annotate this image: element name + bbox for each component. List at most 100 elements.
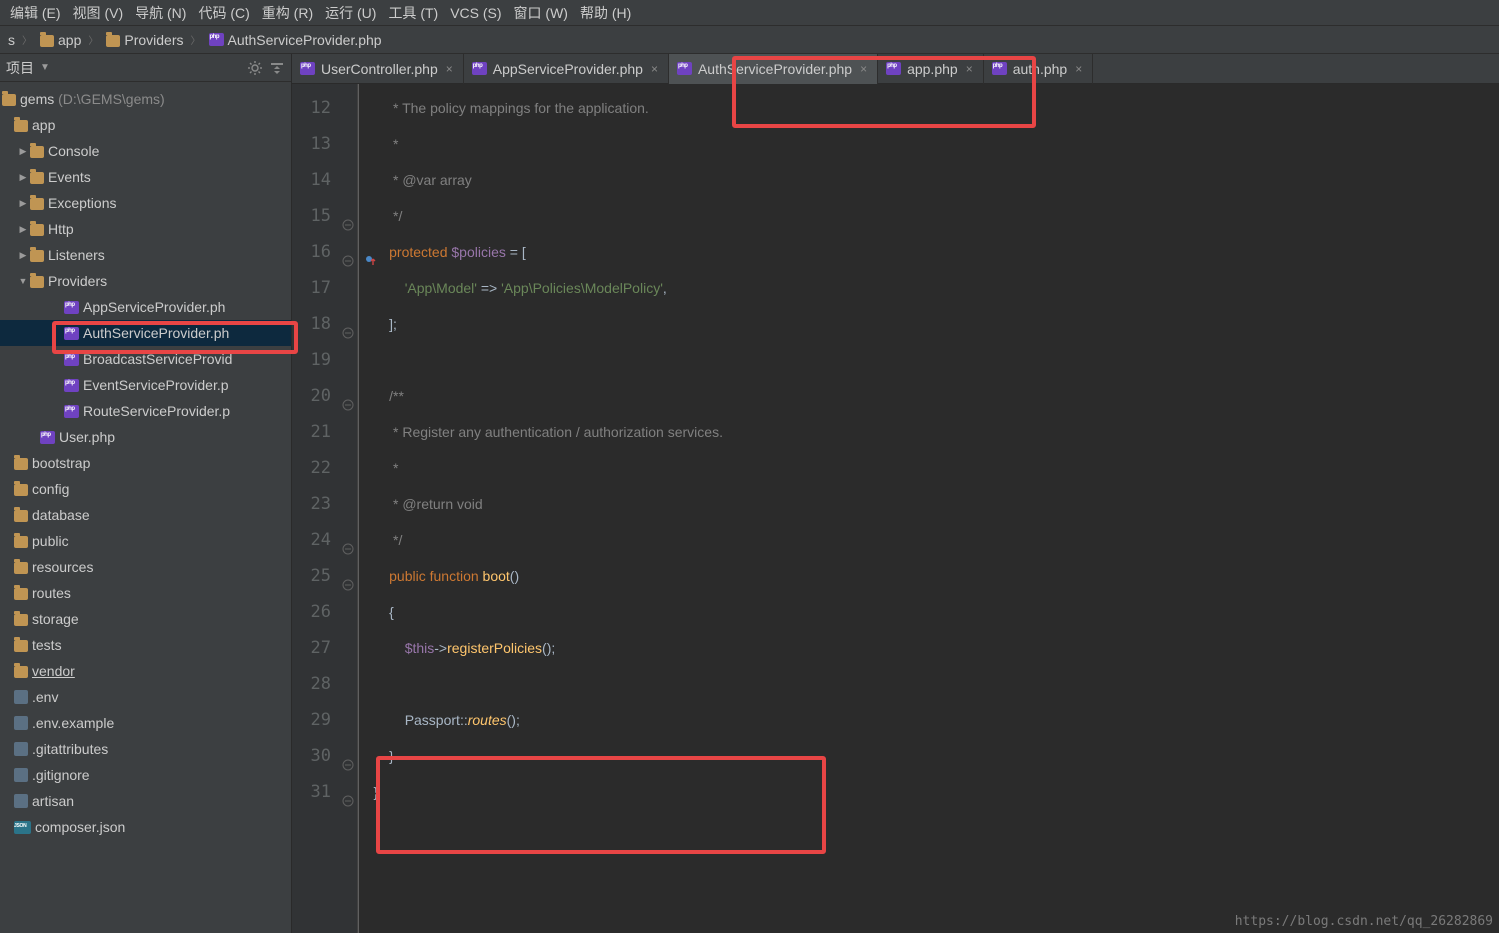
code-line[interactable]: * (358, 450, 1499, 486)
menu-edit[interactable]: 编辑 (E) (4, 3, 67, 23)
code-line[interactable]: * @var array (358, 162, 1499, 198)
fold-icon[interactable] (342, 568, 354, 580)
fold-icon[interactable] (342, 532, 354, 544)
menu-window[interactable]: 窗口 (W) (508, 3, 574, 23)
tree-folder[interactable]: vendor (0, 658, 291, 684)
gear-icon[interactable] (247, 60, 263, 76)
code-line[interactable]: { (358, 594, 1499, 630)
editor-tab[interactable]: auth.php× (984, 54, 1094, 84)
sidebar-title: 项目 (6, 58, 34, 78)
menu-run[interactable]: 运行 (U) (319, 3, 382, 23)
fold-icon[interactable] (342, 244, 354, 256)
code-line[interactable]: } (358, 738, 1499, 774)
crumb-root[interactable]: s (4, 32, 36, 48)
tree-file[interactable]: RouteServiceProvider.p (0, 398, 291, 424)
code-area[interactable]: * The policy mappings for the applicatio… (358, 84, 1499, 933)
menu-help[interactable]: 帮助 (H) (574, 3, 637, 23)
tree-folder[interactable]: ▶Console (0, 138, 291, 164)
tree-folder-app[interactable]: app (0, 112, 291, 138)
code-line[interactable]: 'App\Model' => 'App\Policies\ModelPolicy… (358, 270, 1499, 306)
tree-file[interactable]: .env.example (0, 710, 291, 736)
editor-tab[interactable]: AppServiceProvider.php× (464, 54, 669, 84)
menu-view[interactable]: 视图 (V) (67, 3, 130, 23)
menu-bar: 编辑 (E) 视图 (V) 导航 (N) 代码 (C) 重构 (R) 运行 (U… (0, 0, 1499, 26)
tree-arrow-icon[interactable]: ▶ (16, 146, 30, 157)
tree-file[interactable]: .gitattributes (0, 736, 291, 762)
fold-icon[interactable] (342, 208, 354, 220)
menu-refactor[interactable]: 重构 (R) (256, 3, 319, 23)
fold-icon[interactable] (342, 388, 354, 400)
tree-file[interactable]: .gitignore (0, 762, 291, 788)
tree-file[interactable]: AppServiceProvider.ph (0, 294, 291, 320)
chevron-down-icon[interactable]: ▼ (40, 62, 50, 73)
tree-file[interactable]: .env (0, 684, 291, 710)
tree-folder[interactable]: bootstrap (0, 450, 291, 476)
tree-item-label: AppServiceProvider.ph (83, 299, 225, 315)
php-icon (40, 431, 55, 444)
menu-code[interactable]: 代码 (C) (192, 3, 255, 23)
fold-icon[interactable] (342, 748, 354, 760)
close-icon[interactable]: × (858, 62, 869, 76)
line-number: 14 (292, 162, 357, 198)
tree-folder[interactable]: database (0, 502, 291, 528)
tree-file[interactable]: AuthServiceProvider.ph (0, 320, 291, 346)
code-line[interactable]: * @return void (358, 486, 1499, 522)
crumb-providers[interactable]: Providers (102, 32, 204, 48)
fold-icon[interactable] (342, 316, 354, 328)
menu-vcs[interactable]: VCS (S) (444, 5, 507, 21)
editor-tab[interactable]: app.php× (878, 54, 984, 84)
code-line[interactable]: protected $policies = [ (358, 234, 1499, 270)
code-line[interactable]: * Register any authentication / authoriz… (358, 414, 1499, 450)
tree-arrow-icon[interactable]: ▶ (16, 224, 30, 235)
code-line[interactable]: public function boot() (358, 558, 1499, 594)
editor-tab[interactable]: AuthServiceProvider.php× (669, 54, 878, 84)
tree-folder[interactable]: ▶Http (0, 216, 291, 242)
tree-folder[interactable]: public (0, 528, 291, 554)
close-icon[interactable]: × (649, 62, 660, 76)
php-icon (64, 353, 79, 366)
code-line[interactable]: */ (358, 198, 1499, 234)
tree-folder[interactable]: storage (0, 606, 291, 632)
tree-item-label: Events (48, 169, 91, 185)
menu-nav[interactable]: 导航 (N) (129, 3, 192, 23)
tree-arrow-icon[interactable]: ▶ (16, 172, 30, 183)
tree-folder[interactable]: config (0, 476, 291, 502)
tree-folder[interactable]: ▶ Events (0, 164, 291, 190)
fold-icon[interactable] (342, 784, 354, 796)
close-icon[interactable]: × (444, 62, 455, 76)
code-line[interactable]: * (358, 126, 1499, 162)
tree-arrow-icon[interactable]: ▶ (16, 250, 30, 261)
code-line[interactable]: $this->registerPolicies(); (358, 630, 1499, 666)
code-line[interactable]: * The policy mappings for the applicatio… (358, 90, 1499, 126)
tree-folder[interactable]: ▶Exceptions (0, 190, 291, 216)
tree-root[interactable]: gems (D:\GEMS\gems) (0, 86, 291, 112)
tree-folder[interactable]: tests (0, 632, 291, 658)
tree-arrow-icon[interactable]: ▶ (16, 198, 30, 209)
code-line[interactable] (358, 666, 1499, 702)
code-line[interactable]: */ (358, 522, 1499, 558)
menu-tools[interactable]: 工具 (T) (382, 3, 444, 23)
code-editor[interactable]: 1213141516171819202122232425262728293031… (292, 84, 1499, 933)
tree-folder[interactable]: routes (0, 580, 291, 606)
tree-file[interactable]: EventServiceProvider.p (0, 372, 291, 398)
close-icon[interactable]: × (964, 62, 975, 76)
crumb-file[interactable]: AuthServiceProvider.php (205, 32, 386, 48)
tree-folder[interactable]: resources (0, 554, 291, 580)
crumb-app[interactable]: app (36, 32, 102, 48)
tree-file[interactable]: BroadcastServiceProvid (0, 346, 291, 372)
code-line[interactable]: ]; (358, 306, 1499, 342)
tree-folder[interactable]: ▶Listeners (0, 242, 291, 268)
editor-tab[interactable]: UserController.php× (292, 54, 464, 84)
tree-file[interactable]: artisan (0, 788, 291, 814)
code-line[interactable]: /** (358, 378, 1499, 414)
code-line[interactable]: Passport::routes(); (358, 702, 1499, 738)
code-line[interactable] (358, 342, 1499, 378)
tree-arrow-icon[interactable]: ▼ (16, 276, 30, 286)
close-icon[interactable]: × (1073, 62, 1084, 76)
collapse-icon[interactable] (269, 60, 285, 76)
tree-file[interactable]: composer.json (0, 814, 291, 840)
watermark: https://blog.csdn.net/qq_26282869 (1235, 914, 1493, 929)
code-line[interactable]: } (358, 774, 1499, 810)
tree-file-user[interactable]: User.php (0, 424, 291, 450)
tree-folder[interactable]: ▼Providers (0, 268, 291, 294)
